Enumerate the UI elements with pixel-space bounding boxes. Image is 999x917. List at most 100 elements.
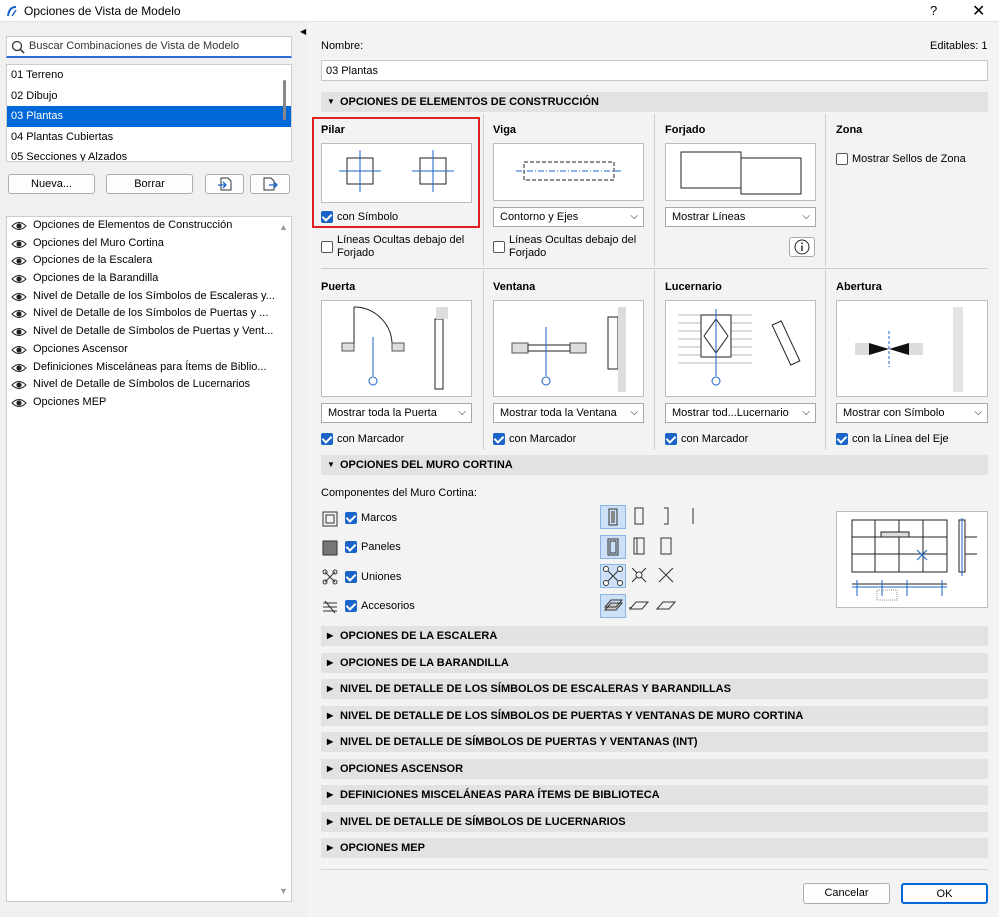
ventana-select[interactable]: Mostrar toda la Ventana ⌵ [493, 403, 644, 423]
abertura-select-value: Mostrar con Símbolo [843, 407, 945, 419]
options-list-item[interactable]: Definiciones Misceláneas para Ítems de B… [7, 359, 291, 377]
ventana-marker-checkbox[interactable] [493, 433, 505, 445]
paneles-checkbox[interactable] [345, 541, 357, 553]
accessory-style-outline-button[interactable] [627, 594, 653, 618]
panel-style-full-button[interactable] [600, 535, 626, 559]
list-item[interactable]: 01 Terreno [7, 65, 291, 86]
collapsed-section-header[interactable]: ▶ OPCIONES MEP [321, 838, 988, 858]
list-item[interactable]: 04 Plantas Cubiertas [7, 127, 291, 148]
collapsed-section-header[interactable]: ▶ DEFINICIONES MISCELÁNEAS PARA ÍTEMS DE … [321, 785, 988, 805]
expanded-arrow-icon: ▼ [327, 460, 335, 469]
list-item[interactable]: 05 Secciones y Alzados [7, 147, 291, 161]
frame-style-full-button[interactable] [600, 505, 626, 529]
panel-style-outline-button[interactable] [627, 535, 653, 559]
list-item-selected[interactable]: 03 Plantas [7, 106, 291, 127]
junction-style-simple-button[interactable] [654, 564, 680, 588]
name-field[interactable]: 03 Plantas [321, 60, 988, 81]
abertura-axis-checkbox[interactable] [836, 433, 848, 445]
help-button[interactable]: ? [930, 3, 937, 18]
collapsed-section-header[interactable]: ▶ NIVEL DE DETALLE DE LOS SÍMBOLOS DE ESC… [321, 679, 988, 699]
uniones-checkbox[interactable] [345, 571, 357, 583]
chevron-down-icon: ⌵ [630, 211, 638, 222]
options-list-item[interactable]: Opciones del Muro Cortina [7, 235, 291, 253]
marcos-checkbox[interactable] [345, 512, 357, 524]
ventana-preview [493, 300, 644, 397]
options-list-item[interactable]: Nivel de Detalle de los Símbolos de Esca… [7, 288, 291, 306]
delete-button[interactable]: Borrar [106, 174, 193, 194]
puerta-select[interactable]: Mostrar toda la Puerta ⌵ [321, 403, 472, 423]
puerta-marker-checkbox[interactable] [321, 433, 333, 445]
viga-preview [493, 143, 644, 201]
collapsed-section-title: OPCIONES ASCENSOR [340, 762, 464, 775]
section-curtain-header[interactable]: ▼ OPCIONES DEL MURO CORTINA [321, 455, 988, 475]
viga-select[interactable]: Contorno y Ejes ⌵ [493, 207, 644, 227]
lucernario-select[interactable]: Mostrar tod...Lucernario ⌵ [665, 403, 816, 423]
accesorios-checkbox[interactable] [345, 600, 357, 612]
options-list-item[interactable]: Opciones de Elementos de Construcción [7, 217, 291, 235]
close-button[interactable]: ✕ [972, 1, 985, 21]
collapse-left-icon[interactable]: ◀ [300, 27, 306, 36]
frame-style-axis-button[interactable] [681, 505, 707, 529]
list-item[interactable]: 02 Dibujo [7, 86, 291, 107]
options-list-item[interactable]: Opciones de la Escalera [7, 252, 291, 270]
options-list-item[interactable]: Nivel de Detalle de Símbolos de Puertas … [7, 323, 291, 341]
options-list-label: Definiciones Misceláneas para Ítems de B… [33, 360, 267, 373]
scroll-down-icon[interactable]: ▼ [279, 886, 288, 896]
collapsed-section-header[interactable]: ▶ OPCIONES DE LA ESCALERA [321, 626, 988, 646]
collapsed-arrow-icon: ▶ [327, 710, 334, 720]
viga-hidden-lines-checkbox[interactable] [493, 241, 505, 253]
collapsed-section-header[interactable]: ▶ OPCIONES DE LA BARANDILLA [321, 652, 988, 673]
collapsed-section-header[interactable]: ▶ NIVEL DE DETALLE DE LOS SÍMBOLOS DE PUE… [321, 705, 988, 726]
frame-axis-icon [692, 508, 694, 524]
uniones-label: Uniones [361, 571, 402, 583]
pilar-symbol-checkbox[interactable] [321, 211, 333, 223]
info-button[interactable] [789, 237, 815, 257]
forjado-select[interactable]: Mostrar Líneas ⌵ [665, 207, 816, 227]
scroll-up-icon[interactable]: ▲ [279, 222, 288, 232]
options-list-label: Nivel de Detalle de Símbolos de Lucernar… [33, 378, 251, 391]
ok-button[interactable]: OK [901, 883, 988, 904]
collapsed-section-header[interactable]: ▶ OPCIONES ASCENSOR [321, 758, 988, 779]
accessory-style-simple-button[interactable] [654, 594, 680, 618]
abertura-axis-label: con la Línea del Eje [852, 433, 949, 445]
export-button[interactable] [250, 174, 290, 194]
paneles-label: Paneles [361, 541, 401, 553]
abertura-select[interactable]: Mostrar con Símbolo ⌵ [836, 403, 988, 423]
options-list-item[interactable]: Nivel de Detalle de Símbolos de Lucernar… [7, 376, 291, 394]
panel-style-simple-button[interactable] [654, 535, 680, 559]
divider [483, 270, 484, 450]
lucernario-marker-checkbox[interactable] [665, 433, 677, 445]
options-list-item[interactable]: Opciones Ascensor [7, 341, 291, 359]
junction-style-full-button[interactable] [600, 564, 626, 588]
marcos-label: Marcos [361, 512, 398, 524]
panel-splitter[interactable] [298, 22, 307, 917]
ventana-select-value: Mostrar toda la Ventana [500, 407, 617, 419]
junction-style-outline-button[interactable] [627, 564, 653, 588]
viga-select-value: Contorno y Ejes [500, 211, 579, 223]
export-icon [263, 177, 278, 191]
search-input[interactable]: Buscar Combinaciones de Vista de Modelo [6, 36, 292, 58]
section-construction-header[interactable]: ▼ OPCIONES DE ELEMENTOS DE CONSTRUCCIÓN [321, 92, 988, 112]
new-button[interactable]: Nueva... [8, 174, 95, 194]
options-list-item[interactable]: Nivel de Detalle de los Símbolos de Puer… [7, 305, 291, 323]
zona-stamps-checkbox[interactable] [836, 153, 848, 165]
collapsed-section-title: NIVEL DE DETALLE DE LOS SÍMBOLOS DE ESCA… [340, 683, 731, 695]
collapsed-section-header[interactable]: ▶ NIVEL DE DETALLE DE SÍMBOLOS DE LUCERNA… [321, 811, 988, 832]
frame-style-outline-button[interactable] [627, 505, 653, 529]
options-list-item[interactable]: Opciones MEP [7, 394, 291, 412]
accesorios-label: Accesorios [361, 600, 415, 612]
options-list-item[interactable]: Opciones de la Barandilla [7, 270, 291, 288]
import-button[interactable] [205, 174, 244, 194]
frame-style-line-button[interactable] [654, 505, 680, 529]
pilar-hidden-lines-checkbox[interactable] [321, 241, 333, 253]
accessory-style-full-button[interactable] [600, 594, 626, 618]
puerta-preview [321, 300, 472, 397]
list-scrollbar[interactable] [283, 80, 286, 120]
accessory-outline-icon [628, 601, 650, 610]
pilar-title: Pilar [321, 124, 345, 136]
collapsed-section-header[interactable]: ▶ NIVEL DE DETALLE DE SÍMBOLOS DE PUERTAS… [321, 732, 988, 752]
eye-icon [11, 292, 27, 301]
cancel-button[interactable]: Cancelar [803, 883, 890, 904]
junction-icon [322, 569, 338, 585]
options-list-label: Nivel de Detalle de los Símbolos de Esca… [33, 289, 275, 302]
